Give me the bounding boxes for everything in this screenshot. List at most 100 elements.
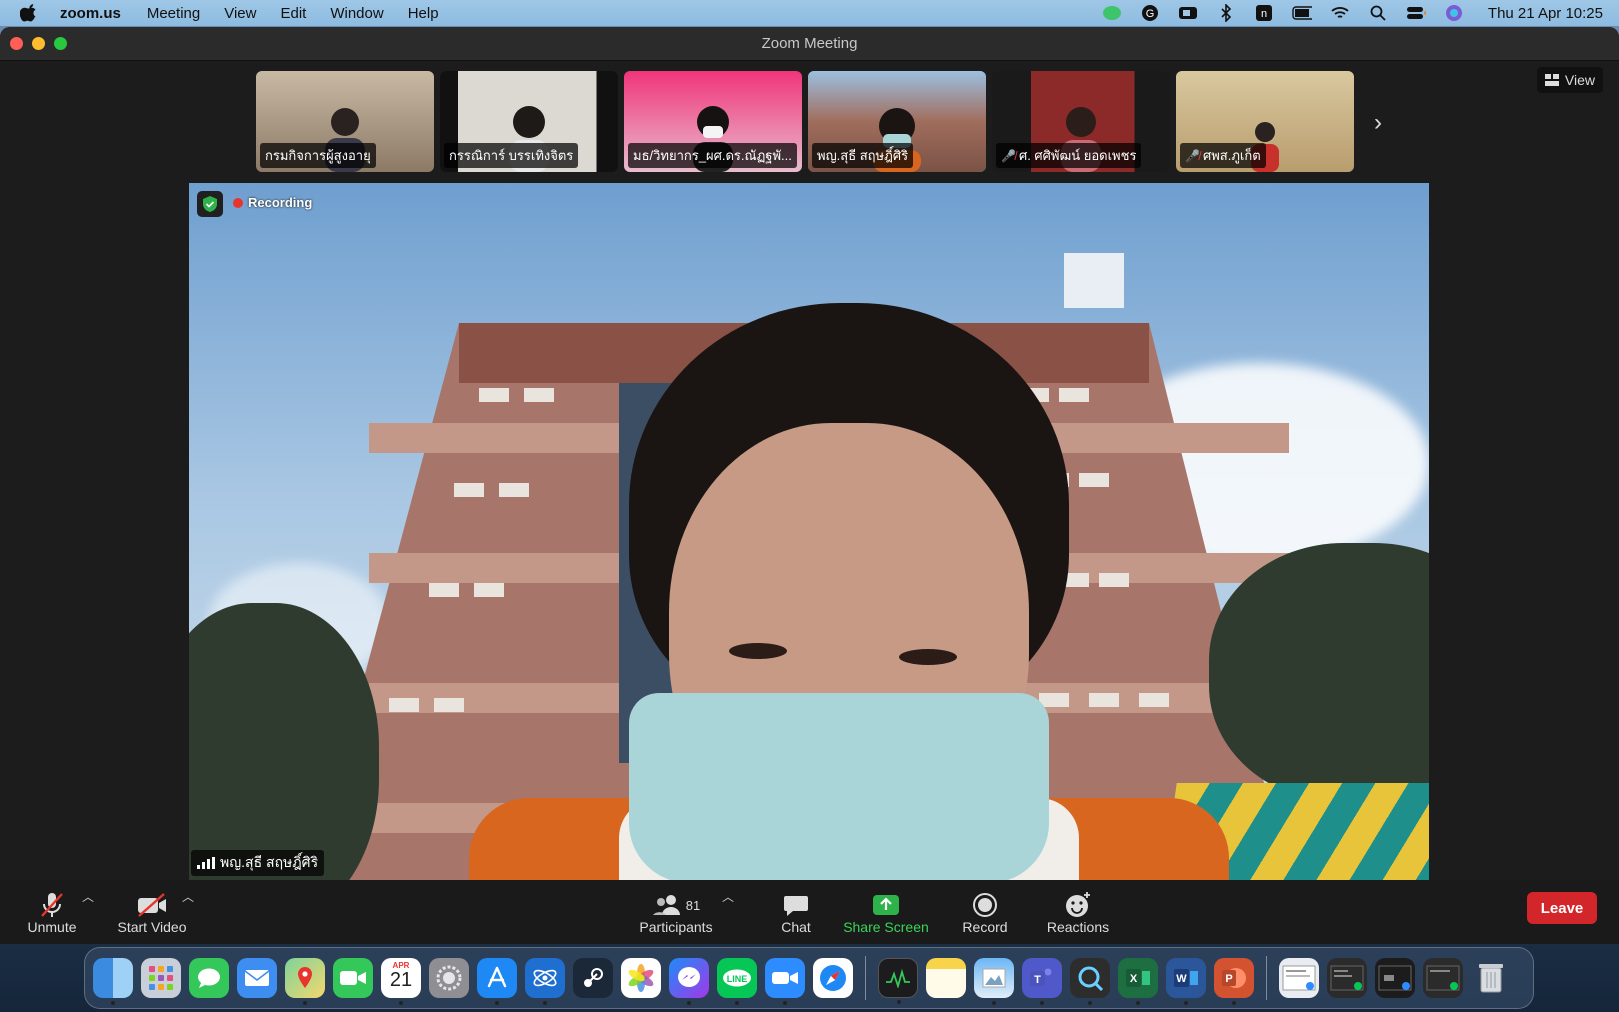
menu-meeting[interactable]: Meeting bbox=[147, 5, 200, 22]
svg-text:G: G bbox=[1146, 8, 1155, 20]
thumbnail-name: มธ/วิทยากร_ผศ.ดร.ณัฏฐพั... bbox=[628, 143, 797, 168]
participant-thumbnail[interactable]: กรมกิจการผู้สูงอายุ bbox=[256, 71, 434, 172]
bluetooth-icon[interactable] bbox=[1216, 4, 1236, 22]
participants-label: Participants bbox=[639, 919, 713, 935]
line-app-icon[interactable]: LINE bbox=[717, 958, 757, 1005]
menu-edit[interactable]: Edit bbox=[280, 5, 306, 22]
chat-icon bbox=[784, 896, 808, 916]
participants-icon bbox=[652, 895, 680, 915]
svg-text:n: n bbox=[1261, 8, 1267, 20]
zoom-status-icon[interactable] bbox=[1178, 5, 1198, 21]
minimized-window-thumbnail[interactable] bbox=[1279, 958, 1319, 998]
video-options-chevron-up-icon[interactable]: ︿ bbox=[182, 888, 194, 905]
menu-bar: zoom.us Meeting View Edit Window Help G … bbox=[0, 0, 1619, 26]
next-page-chevron-icon[interactable]: › bbox=[1374, 109, 1394, 137]
participant-thumbnail[interactable]: 🎤̸ ศพส.ภูเก็ต bbox=[1176, 71, 1354, 172]
svg-text:P: P bbox=[1225, 973, 1232, 985]
messenger-icon[interactable] bbox=[669, 958, 709, 1005]
steam-icon[interactable] bbox=[573, 958, 613, 998]
calendar-icon[interactable]: APR 21 bbox=[381, 958, 421, 1005]
grid-view-icon bbox=[1544, 74, 1559, 86]
participant-thumbnail-active[interactable]: พญ.สุธี สฤษฎิ์ศิริ bbox=[808, 71, 986, 172]
mail-icon[interactable] bbox=[237, 958, 277, 998]
reactions-smiley-icon bbox=[1066, 892, 1090, 917]
participant-thumbnail[interactable]: มธ/วิทยากร_ผศ.ดร.ณัฏฐพั... bbox=[624, 71, 802, 172]
share-screen-icon bbox=[873, 895, 899, 915]
speaker-name: พญ.สุธี สฤษฎิ์ศิริ bbox=[220, 854, 319, 870]
traffic-lights bbox=[10, 37, 67, 50]
siri-icon[interactable] bbox=[1444, 5, 1464, 21]
menu-view[interactable]: View bbox=[224, 5, 256, 22]
muted-mic-icon bbox=[41, 893, 63, 917]
maximize-window-button[interactable] bbox=[54, 37, 67, 50]
spotlight-search-icon[interactable] bbox=[1368, 5, 1388, 21]
apple-menu-icon[interactable] bbox=[20, 4, 38, 22]
share-screen-button[interactable]: Share Screen bbox=[838, 884, 934, 942]
minimized-window-thumbnail[interactable] bbox=[1375, 958, 1415, 998]
participant-thumbnail[interactable]: กรรณิการ์ บรรเทิงจิตร bbox=[440, 71, 618, 172]
thumbnail-name: กรมกิจการผู้สูงอายุ bbox=[260, 143, 376, 168]
grammarly-icon[interactable]: G bbox=[1140, 5, 1160, 21]
preview-icon[interactable] bbox=[974, 958, 1014, 1005]
app-store-icon[interactable] bbox=[477, 958, 517, 1005]
menubar-clock[interactable]: Thu 21 Apr 10:25 bbox=[1488, 5, 1603, 22]
messages-icon[interactable] bbox=[189, 958, 229, 998]
chat-button[interactable]: Chat bbox=[766, 884, 826, 942]
speaker-eye bbox=[729, 643, 787, 659]
powerpoint-icon[interactable]: P bbox=[1214, 958, 1254, 1005]
teams-icon[interactable]: T bbox=[1022, 958, 1062, 1005]
record-button[interactable]: Record bbox=[955, 884, 1015, 942]
status-area: G n Thu 21 Apr 10:25 bbox=[1102, 0, 1603, 26]
audio-options-chevron-up-icon[interactable]: ︿ bbox=[82, 888, 94, 905]
unmute-label: Unmute bbox=[27, 919, 77, 935]
quicktime-icon[interactable] bbox=[1070, 958, 1110, 1005]
zoom-app-icon[interactable] bbox=[765, 958, 805, 1005]
launchpad-icon[interactable] bbox=[141, 958, 181, 998]
reactions-button[interactable]: Reactions bbox=[1042, 884, 1114, 942]
active-speaker-video[interactable]: Recording พญ.สุธี สฤษฎิ์ศิริ bbox=[189, 183, 1429, 880]
recording-label: Recording bbox=[248, 195, 313, 210]
control-center-icon[interactable] bbox=[1406, 5, 1426, 21]
facetime-icon[interactable] bbox=[333, 958, 373, 998]
trash-icon[interactable] bbox=[1471, 958, 1511, 998]
finder-icon[interactable] bbox=[93, 958, 133, 1005]
safari-icon[interactable] bbox=[813, 958, 853, 998]
battery-icon[interactable] bbox=[1292, 5, 1312, 21]
leave-meeting-button[interactable]: Leave bbox=[1527, 892, 1597, 924]
view-button[interactable]: View bbox=[1536, 67, 1603, 93]
menu-help[interactable]: Help bbox=[408, 5, 439, 22]
menu-window[interactable]: Window bbox=[330, 5, 383, 22]
word-icon[interactable]: W bbox=[1166, 958, 1206, 1005]
participants-chevron-up-icon[interactable]: ︿ bbox=[722, 888, 734, 905]
participants-button[interactable]: 81 Participants bbox=[636, 884, 716, 942]
excel-icon[interactable]: X bbox=[1118, 958, 1158, 1005]
svg-text:X: X bbox=[1130, 973, 1138, 985]
wifi-icon[interactable] bbox=[1330, 5, 1350, 21]
meeting-toolbar: Unmute ︿ Start Video ︿ 81 Participants ︿… bbox=[0, 880, 1619, 944]
macos-dock: APR 21 LINE T X W P bbox=[84, 947, 1534, 1009]
photos-icon[interactable] bbox=[621, 958, 661, 998]
muted-mic-icon: 🎤̸ bbox=[1185, 148, 1200, 163]
participants-count: 81 bbox=[685, 897, 701, 913]
recording-indicator[interactable]: Recording bbox=[233, 195, 312, 210]
maps-icon[interactable] bbox=[285, 958, 325, 1005]
minimized-window-thumbnail[interactable] bbox=[1423, 958, 1463, 998]
testflight-icon[interactable] bbox=[525, 958, 565, 1005]
share-screen-label: Share Screen bbox=[843, 919, 929, 935]
participant-thumbnail[interactable]: 🎤̸ ศ. ศศิพัฒน์ ยอดเพชร bbox=[992, 71, 1170, 172]
reactions-label: Reactions bbox=[1046, 919, 1110, 935]
minimize-window-button[interactable] bbox=[32, 37, 45, 50]
minimized-window-thumbnail[interactable] bbox=[1327, 958, 1367, 998]
thumbnail-name: พญ.สุธี สฤษฎิ์ศิริ bbox=[812, 143, 914, 168]
notion-icon[interactable]: n bbox=[1254, 5, 1274, 21]
start-video-button[interactable]: Start Video bbox=[112, 884, 192, 942]
notes-icon[interactable] bbox=[926, 958, 966, 998]
encryption-shield-icon[interactable] bbox=[197, 191, 223, 217]
close-window-button[interactable] bbox=[10, 37, 23, 50]
unmute-button[interactable]: Unmute bbox=[22, 884, 82, 942]
system-preferences-gear-icon[interactable] bbox=[429, 958, 469, 998]
record-icon bbox=[973, 893, 997, 917]
menu-app-name[interactable]: zoom.us bbox=[60, 5, 121, 22]
line-status-icon[interactable] bbox=[1102, 5, 1122, 21]
activity-monitor-icon[interactable] bbox=[878, 958, 918, 1004]
